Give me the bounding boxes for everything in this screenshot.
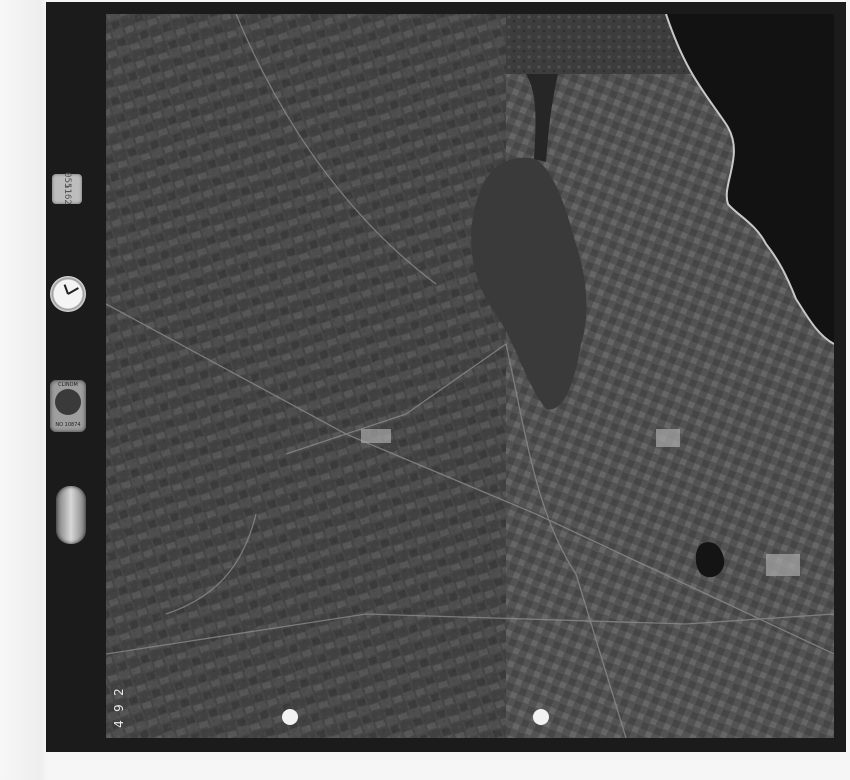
level-label-bottom: NO 10874: [55, 422, 81, 428]
settlement-3: [361, 429, 391, 443]
frame-number: 2 9 4: [110, 684, 128, 740]
clock-minute-hand: [67, 287, 79, 295]
altimeter-counter: 0551 1162: [52, 172, 82, 205]
bubble-level-icon: CLINOM NO 10874: [50, 380, 86, 432]
frame-digit-3: 4: [112, 720, 126, 728]
film-frame: 0551 1162 CLINOM NO 10874 2 9 4: [46, 2, 846, 752]
fiducial-mark-right: [533, 709, 549, 725]
gauge-icon: [56, 486, 86, 544]
settlement-1: [656, 429, 680, 447]
level-label-top: CLINOM: [58, 382, 78, 388]
clock-icon: [50, 276, 86, 312]
altimeter-value-2: 1162: [62, 183, 72, 205]
level-bubble: [55, 389, 81, 415]
aerial-photograph: [106, 14, 834, 738]
aerial-landscape: [106, 14, 834, 738]
settlement-2: [766, 554, 800, 576]
farmland-west: [106, 14, 506, 738]
fiducial-mark-left: [282, 709, 298, 725]
